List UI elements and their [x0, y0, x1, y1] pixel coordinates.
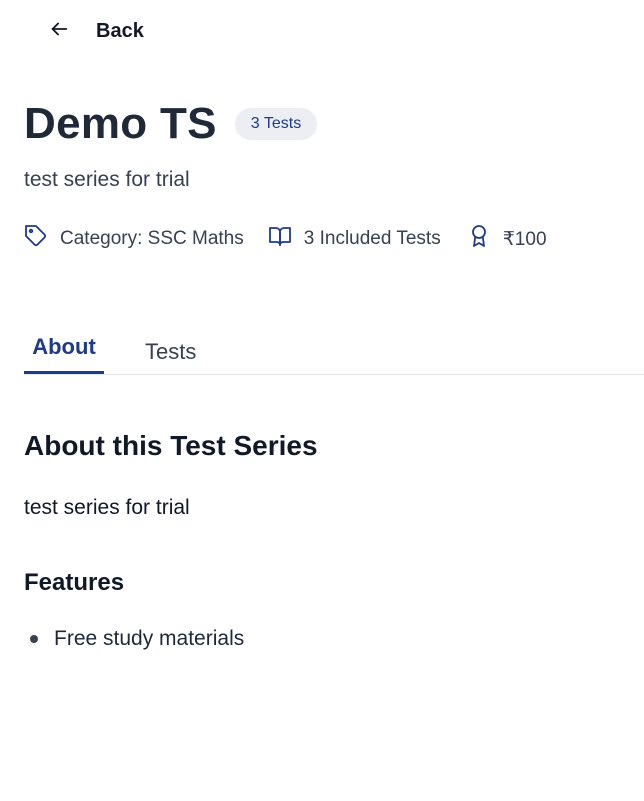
- tab-about[interactable]: About: [24, 325, 104, 374]
- tag-icon: [24, 224, 60, 254]
- title-row: Demo TS 3 Tests: [24, 98, 318, 150]
- page-title: Demo TS: [24, 99, 217, 148]
- tab-tests[interactable]: Tests: [145, 327, 196, 376]
- arrow-left-icon: [48, 18, 70, 45]
- included-tests-label: 3 Included Tests: [303, 228, 441, 249]
- back-label: Back: [96, 19, 144, 42]
- page-subtitle: test series for trial: [24, 168, 190, 191]
- meta-category: Category: SSC Maths: [24, 224, 244, 254]
- feature-list: Free study materials: [24, 627, 244, 651]
- price-label: ₹100: [502, 228, 547, 250]
- award-icon: [465, 224, 503, 254]
- tab-bar: About Tests: [24, 325, 644, 375]
- meta-row: Category: SSC Maths 3 Included Tests ₹10…: [24, 224, 571, 254]
- meta-included-tests: 3 Included Tests: [268, 224, 441, 254]
- list-item: Free study materials: [24, 627, 244, 651]
- meta-price: ₹100: [465, 224, 547, 254]
- bullet-icon: [30, 635, 38, 643]
- feature-label: Free study materials: [54, 627, 245, 650]
- about-heading: About this Test Series: [24, 430, 318, 461]
- about-description: test series for trial: [24, 496, 190, 519]
- features-heading: Features: [24, 569, 125, 596]
- category-label: Category: SSC Maths: [60, 228, 244, 249]
- tests-count-badge: 3 Tests: [234, 108, 318, 140]
- back-button[interactable]: Back: [48, 16, 144, 46]
- book-open-icon: [268, 224, 304, 254]
